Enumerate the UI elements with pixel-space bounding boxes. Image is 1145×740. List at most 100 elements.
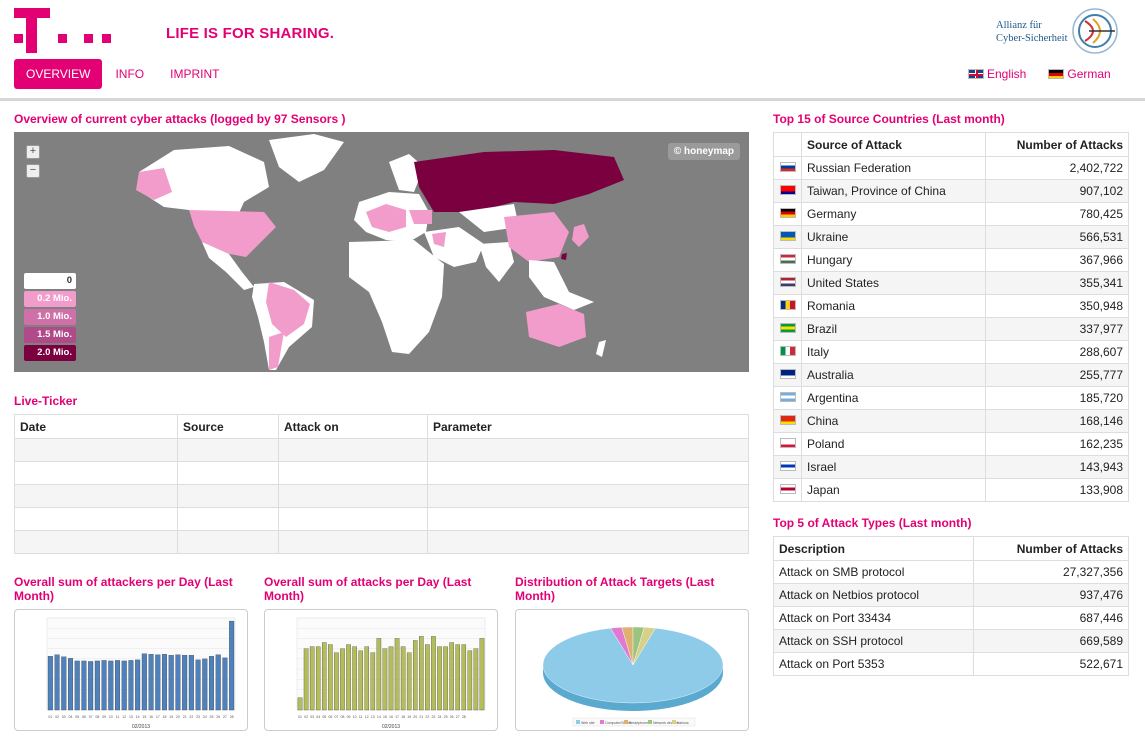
nav-imprint[interactable]: IMPRINT — [157, 59, 232, 89]
chart-bar — [431, 636, 436, 711]
country-count: 168,146 — [985, 409, 1129, 433]
types-col-count[interactable]: Number of Attacks — [973, 536, 1129, 561]
map-title: Overview of current cyber attacks (logge… — [14, 112, 346, 126]
country-flag-icon — [779, 277, 796, 287]
ticker-row — [14, 530, 749, 554]
table-row: Attack on SMB protocol 27,327,356 — [773, 560, 1129, 584]
country-name: Poland — [801, 432, 986, 456]
chart-tick-label: 03 — [310, 715, 314, 719]
attack-type-desc: Attack on Netbios protocol — [773, 583, 974, 607]
chart-bar — [358, 650, 363, 711]
allianz-cyber-sicherheit-logo[interactable]: Allianz für Cyber-Sicherheit — [993, 7, 1121, 55]
lang-english-label: English — [987, 67, 1027, 81]
telekom-logo[interactable] — [14, 8, 114, 56]
chart-bar — [467, 650, 473, 711]
attack-type-desc: Attack on Port 33434 — [773, 606, 974, 630]
chart-tick-label: 24 — [438, 715, 442, 719]
chart-tick-label: 17 — [156, 715, 160, 719]
legend-0: 0 — [24, 273, 76, 289]
chart-bar — [473, 648, 479, 711]
targets-chart-box[interactable]: Web site Computer/Server Smartphone Network… — [515, 609, 749, 731]
ticker-col-source[interactable]: Source — [177, 414, 279, 439]
chart-tick-label: 16 — [149, 715, 153, 719]
table-row: United States 355,341 — [773, 271, 1129, 295]
chart-bar — [182, 655, 188, 711]
chart-bar — [400, 646, 406, 711]
zoom-out-button[interactable]: − — [26, 164, 40, 178]
chart-tick-label: 01 — [298, 715, 302, 719]
country-flag-icon — [779, 346, 796, 356]
lang-english[interactable]: English — [968, 67, 1026, 81]
chart-tick-label: 04 — [69, 715, 73, 719]
chart-tick-label: 15 — [383, 715, 387, 719]
chart-tick-label: 11 — [359, 715, 363, 719]
table-row: Japan 133,908 — [773, 478, 1129, 502]
top-countries-table: Source of Attack Number of Attacks Russi… — [773, 132, 1129, 502]
country-name: Brazil — [801, 317, 986, 341]
chart-bar — [297, 697, 303, 711]
chart-bar — [303, 648, 309, 711]
attack-world-map[interactable]: + − © honeymap 0 0.2 Mio. 1.0 Mio. 1.5 M… — [14, 132, 749, 372]
attackers-chart-box[interactable]: 02/2013 01 02 03 04 05 06 07 08 09 10 11 12 13 14 15 16 1… — [14, 609, 248, 731]
table-row: Poland 162,235 — [773, 432, 1129, 456]
chart-tick-label: 28 — [462, 715, 466, 719]
chart-tick-label: 07 — [89, 715, 93, 719]
chart-tick-label: 18 — [401, 715, 405, 719]
chart-bar — [175, 654, 181, 711]
chart-bar — [161, 654, 167, 711]
ticker-col-attack-on[interactable]: Attack on — [278, 414, 428, 439]
legend-1-5-mio: 1.5 Mio. — [24, 327, 76, 343]
chart-tick-label: 26 — [450, 715, 454, 719]
chart-bar — [461, 644, 467, 711]
countries-col-source[interactable]: Source of Attack — [801, 132, 986, 157]
country-name: Romania — [801, 294, 986, 318]
nav-info[interactable]: INFO — [102, 59, 157, 89]
country-flag-icon — [779, 369, 796, 379]
country-flag-icon — [779, 254, 796, 264]
chart-tick-label: 14 — [136, 715, 140, 719]
table-row: Ukraine 566,531 — [773, 225, 1129, 249]
country-name: Russian Federation — [801, 156, 986, 180]
table-row: Attack on Netbios protocol 937,476 — [773, 583, 1129, 607]
country-name: Hungary — [801, 248, 986, 272]
pie-legend-swatch — [648, 720, 652, 724]
lang-german[interactable]: German — [1048, 67, 1111, 81]
nav-overview[interactable]: OVERVIEW — [14, 59, 103, 89]
attack-type-count: 522,671 — [973, 652, 1129, 676]
chart-bar — [455, 644, 460, 711]
types-col-description[interactable]: Description — [773, 536, 974, 561]
chart-bar — [376, 638, 382, 711]
lang-german-label: German — [1067, 67, 1111, 81]
chart-bar — [388, 646, 394, 711]
chart-bar — [229, 620, 235, 711]
country-count: 566,531 — [985, 225, 1129, 249]
country-name: Ukraine — [801, 225, 986, 249]
ticker-col-date[interactable]: Date — [14, 414, 178, 439]
country-count: 288,607 — [985, 340, 1129, 364]
country-count: 2,402,722 — [985, 156, 1129, 180]
chart-bar — [340, 648, 345, 711]
legend-1-0-mio: 1.0 Mio. — [24, 309, 76, 325]
table-row: China 168,146 — [773, 409, 1129, 433]
attack-type-count: 27,327,356 — [973, 560, 1129, 584]
map-credit-badge[interactable]: © honeymap — [667, 143, 740, 160]
live-ticker-title: Live-Ticker — [14, 394, 78, 408]
attacks-chart-box[interactable]: 02/2013 01 02 03 04 05 06 07 08 09 10 11 12 13 14 15 16 1… — [264, 609, 498, 731]
main-nav: OVERVIEW INFO IMPRINT — [14, 59, 232, 89]
tagline: LIFE IS FOR SHARING. — [166, 25, 335, 42]
chart-tick-label: 14 — [377, 715, 381, 719]
countries-col-count[interactable]: Number of Attacks — [985, 132, 1129, 157]
chart-tick-label: 05 — [75, 715, 79, 719]
attack-type-desc: Attack on SSH protocol — [773, 629, 974, 653]
pie-legend-swatch — [624, 720, 628, 724]
ticker-row — [14, 438, 749, 462]
chart-bar — [121, 660, 127, 711]
chart-bar — [370, 652, 376, 711]
country-name: China — [801, 409, 986, 433]
country-name: Israel — [801, 455, 986, 479]
table-row: Attack on SSH protocol 669,589 — [773, 629, 1129, 653]
zoom-in-button[interactable]: + — [26, 145, 40, 159]
ticker-col-parameter[interactable]: Parameter — [427, 414, 749, 439]
table-row: Australia 255,777 — [773, 363, 1129, 387]
pie-legend-swatch — [576, 720, 580, 724]
